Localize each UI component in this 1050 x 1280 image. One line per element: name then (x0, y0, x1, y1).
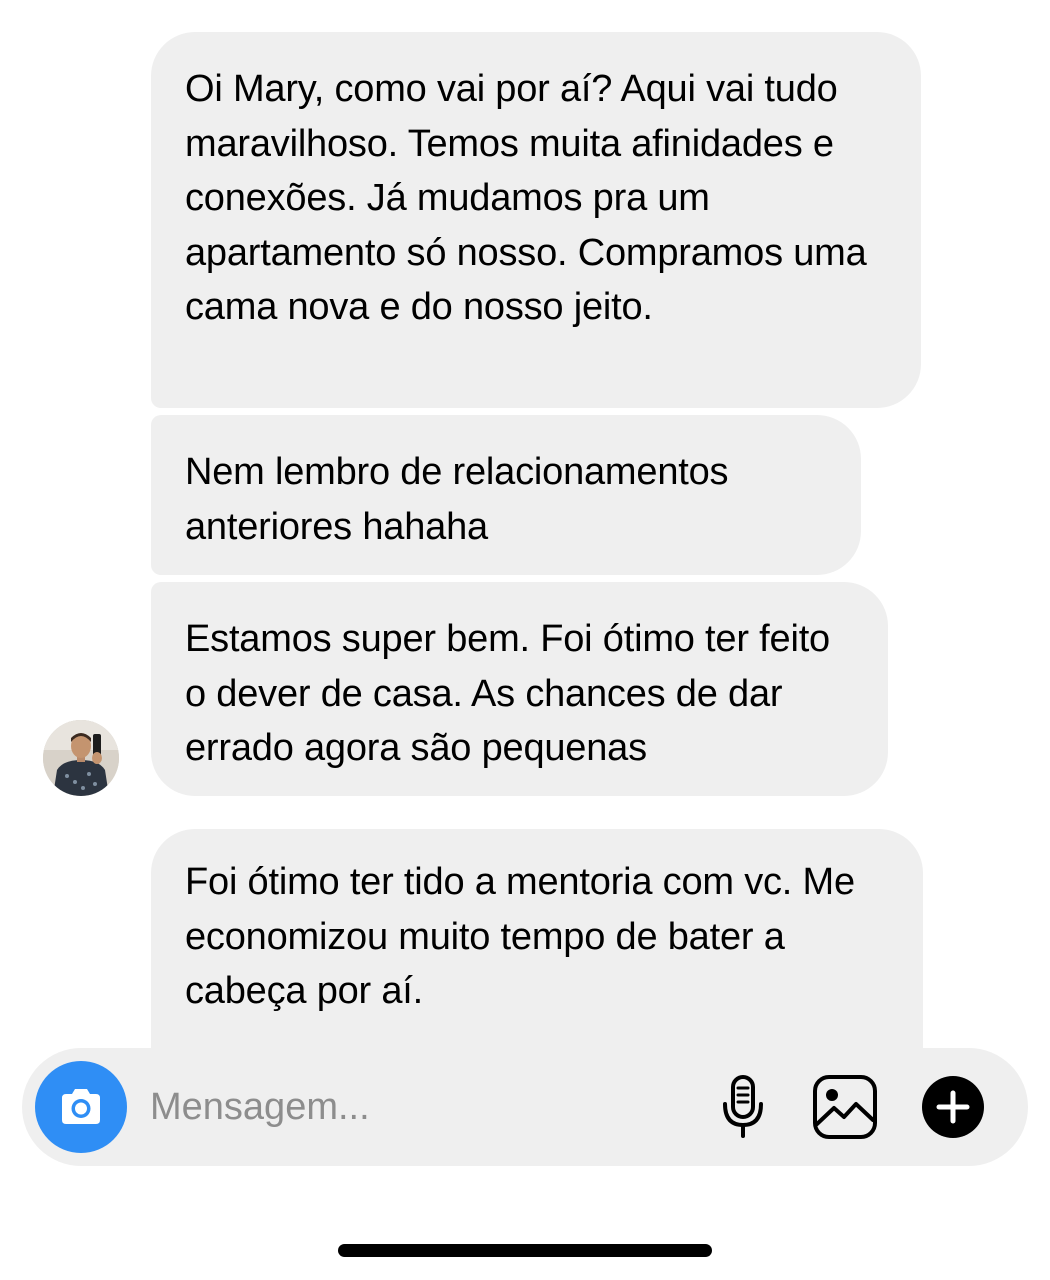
message-bubble[interactable]: Foi ótimo ter tido a mentoria com vc. Me… (151, 829, 923, 1049)
microphone-icon (723, 1075, 763, 1138)
camera-icon (62, 1089, 100, 1124)
gallery-icon (813, 1075, 877, 1139)
message-input[interactable] (150, 1072, 690, 1142)
message-bubble[interactable]: Oi Mary, como vai por aí? Aqui vai tudo … (151, 32, 921, 408)
message-composer (22, 1048, 1028, 1166)
message-thread: Oi Mary, como vai por aí? Aqui vai tudo … (0, 0, 1050, 1049)
add-button[interactable] (916, 1070, 990, 1144)
sender-avatar[interactable] (43, 720, 119, 796)
gallery-button[interactable] (808, 1070, 882, 1144)
microphone-button[interactable] (706, 1070, 780, 1144)
camera-button[interactable] (35, 1061, 127, 1153)
avatar-photo (43, 720, 119, 796)
message-bubble[interactable]: Nem lembro de relacionamentos anteriores… (151, 415, 861, 575)
home-indicator[interactable] (338, 1244, 712, 1257)
plus-icon (922, 1076, 984, 1138)
message-bubble[interactable]: Estamos super bem. Foi ótimo ter feito o… (151, 582, 888, 796)
